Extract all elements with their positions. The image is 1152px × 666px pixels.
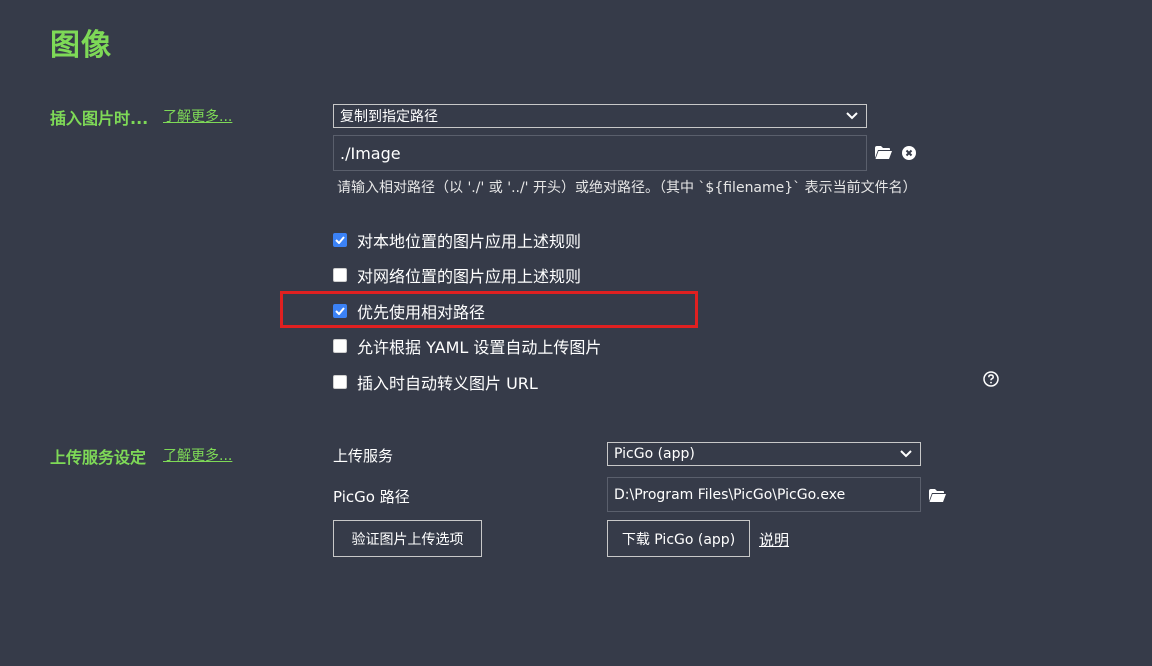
folder-icon[interactable] bbox=[928, 487, 946, 503]
check-icon bbox=[335, 236, 345, 244]
upload-learn-more-link[interactable]: 了解更多... bbox=[163, 445, 232, 465]
checkbox-yaml-upload[interactable] bbox=[333, 339, 347, 353]
image-path-input-value: ./Image bbox=[340, 143, 401, 163]
checkbox-escape-url-label: 插入时自动转义图片 URL bbox=[357, 374, 538, 393]
upload-service-section-label: 上传服务设定 bbox=[50, 448, 147, 467]
chevron-down-icon bbox=[898, 446, 914, 462]
insert-learn-more-link[interactable]: 了解更多... bbox=[163, 106, 232, 126]
image-path-input[interactable]: ./Image bbox=[333, 135, 867, 171]
checkbox-yaml-upload-label: 允许根据 YAML 设置自动上传图片 bbox=[357, 338, 602, 357]
checkbox-local-images[interactable] bbox=[333, 233, 347, 247]
picgo-path-input-value: D:\Program Files\PicGo\PicGo.exe bbox=[614, 486, 846, 503]
download-picgo-button[interactable]: 下载 PicGo (app) bbox=[607, 520, 750, 557]
check-icon bbox=[335, 307, 345, 315]
checkbox-local-images-label: 对本地位置的图片应用上述规则 bbox=[357, 232, 582, 251]
page-title: 图像 bbox=[50, 28, 112, 63]
upload-service-select-value: PicGo (app) bbox=[614, 446, 695, 462]
checkbox-relative-path-label: 优先使用相对路径 bbox=[357, 303, 486, 322]
folder-icon[interactable] bbox=[874, 144, 892, 160]
checkbox-row-network-images[interactable]: 对网络位置的图片应用上述规则 bbox=[333, 263, 581, 287]
help-icon[interactable] bbox=[982, 370, 999, 387]
checkbox-row-yaml-upload[interactable]: 允许根据 YAML 设置自动上传图片 bbox=[333, 334, 601, 358]
checkbox-network-images-label: 对网络位置的图片应用上述规则 bbox=[357, 267, 582, 286]
picgo-path-input[interactable]: D:\Program Files\PicGo\PicGo.exe bbox=[607, 477, 921, 512]
checkbox-row-relative-path[interactable]: 优先使用相对路径 bbox=[333, 299, 485, 323]
chevron-down-icon bbox=[844, 108, 860, 124]
upload-service-label: 上传服务 bbox=[333, 447, 394, 465]
insert-action-select[interactable]: 复制到指定路径 bbox=[333, 104, 867, 128]
image-path-hint: 请输入相对路径（以 './' 或 '../' 开头）或绝对路径。（其中 `${f… bbox=[337, 180, 917, 196]
verify-upload-button[interactable]: 验证图片上传选项 bbox=[333, 520, 482, 557]
checkbox-escape-url[interactable] bbox=[333, 375, 347, 389]
insert-action-select-value: 复制到指定路径 bbox=[340, 109, 438, 125]
upload-service-select[interactable]: PicGo (app) bbox=[607, 442, 921, 466]
insert-image-section-label: 插入图片时... bbox=[50, 109, 149, 128]
explain-link[interactable]: 说明 bbox=[759, 529, 789, 550]
checkbox-relative-path[interactable] bbox=[333, 304, 347, 318]
checkbox-network-images[interactable] bbox=[333, 268, 347, 282]
checkbox-row-local-images[interactable]: 对本地位置的图片应用上述规则 bbox=[333, 228, 581, 252]
clear-icon[interactable] bbox=[901, 145, 916, 160]
checkbox-row-escape-url[interactable]: 插入时自动转义图片 URL bbox=[333, 370, 538, 394]
picgo-path-label: PicGo 路径 bbox=[333, 488, 410, 506]
